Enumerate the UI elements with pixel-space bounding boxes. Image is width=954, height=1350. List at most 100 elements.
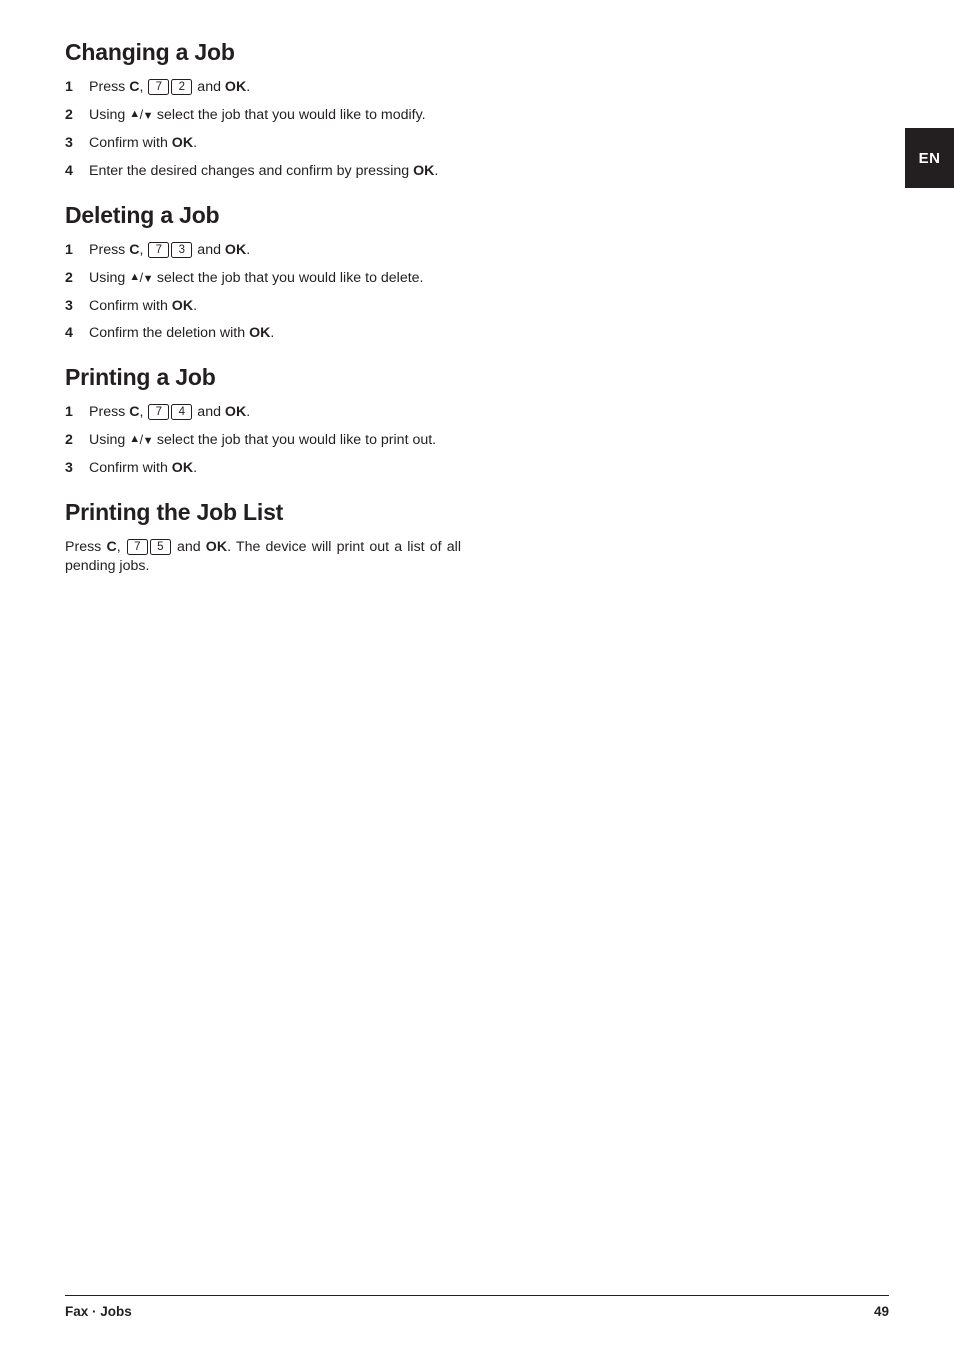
body-text: Using xyxy=(89,107,130,124)
step-list: 1 Press C, 73 and OK. 2 Using ▲/▼ select th… xyxy=(65,241,461,344)
section-printing-a-job: Printing a Job 1 Press C, 74 and OK. 2 Using… xyxy=(65,365,461,478)
emphasis-key-ok: OK xyxy=(171,460,194,477)
sections-container: Changing a Job 1 Press C, 72 and OK. 2 Using… xyxy=(65,40,461,576)
arrow-down-icon: ▼ xyxy=(142,272,154,285)
keypad-key-3: 3 xyxy=(171,241,193,258)
step-item: 2 Using ▲/▼ select the job that you would… xyxy=(65,106,461,125)
section-printing-the-job-list: Printing the Job List Press C, 75 and OK.… xyxy=(65,500,461,576)
footer-page-number: 49 xyxy=(873,1304,889,1319)
emphasis-key-ok: OK xyxy=(205,539,228,556)
body-text: and xyxy=(193,404,225,421)
step-text: Press C, 72 and OK. xyxy=(89,78,461,97)
body-text: . xyxy=(246,404,251,421)
arrow-up-icon: ▲ xyxy=(129,433,140,446)
language-tab-en: EN xyxy=(905,128,954,188)
section-paragraph: Press C, 75 and OK. The device will prin… xyxy=(65,538,461,576)
body-text: Enter the desired changes and confirm by… xyxy=(89,162,414,179)
emphasis-key-c: C xyxy=(106,539,117,556)
body-text: Confirm with xyxy=(89,297,172,314)
arrow-up-icon: ▲ xyxy=(129,108,140,121)
page-footer: Fax · Jobs 49 xyxy=(65,1295,889,1319)
section-heading: Deleting a Job xyxy=(65,201,220,228)
emphasis-key-ok: OK xyxy=(413,162,435,179)
step-text: Confirm with OK. xyxy=(89,134,461,153)
section-heading: Printing a Job xyxy=(65,364,216,391)
emphasis-key-c: C xyxy=(129,241,140,258)
body-text: . xyxy=(193,297,198,314)
emphasis-key-c: C xyxy=(129,79,140,96)
body-text: , xyxy=(139,79,148,96)
body-text: , xyxy=(139,241,148,258)
body-text: select the job that you would like to de… xyxy=(152,269,424,286)
body-text: Using xyxy=(89,269,130,286)
keypad-key-7: 7 xyxy=(148,79,170,96)
body-text: Press xyxy=(89,79,130,96)
footer-breadcrumb: Fax · Jobs xyxy=(65,1304,132,1319)
body-text: Confirm with xyxy=(89,134,172,151)
body-text: and xyxy=(171,539,206,556)
arrow-down-icon: ▼ xyxy=(142,110,154,123)
keypad-key-7: 7 xyxy=(148,404,170,421)
up-down-arrow-icon: ▲/▼ xyxy=(129,107,153,124)
body-text: , xyxy=(116,539,126,556)
body-text: . xyxy=(193,460,198,477)
step-number: 2 xyxy=(65,269,73,286)
up-down-arrow-icon: ▲/▼ xyxy=(129,270,153,287)
page-content-column: Changing a Job 1 Press C, 72 and OK. 2 Using… xyxy=(65,40,461,598)
body-text: Press xyxy=(65,539,107,556)
body-text: Confirm the deletion with xyxy=(89,325,250,342)
step-number: 1 xyxy=(65,241,73,258)
body-text: Press xyxy=(89,241,130,258)
body-text: Using xyxy=(89,432,130,449)
emphasis-key-ok: OK xyxy=(224,79,247,96)
step-item: 3 Confirm with OK. xyxy=(65,297,461,316)
step-text: Using ▲/▼ select the job that you would … xyxy=(89,269,461,288)
arrow-up-icon: ▲ xyxy=(129,270,140,283)
step-item: 4 Confirm the deletion with OK. xyxy=(65,324,461,343)
step-text: Confirm the deletion with OK. xyxy=(89,324,461,343)
step-text: Enter the desired changes and confirm by… xyxy=(89,162,461,181)
step-number: 3 xyxy=(65,297,73,314)
body-text: and xyxy=(193,241,225,258)
step-number: 3 xyxy=(65,134,73,151)
body-text: . xyxy=(270,325,275,342)
step-item: 1 Press C, 74 and OK. xyxy=(65,403,461,422)
body-text: . xyxy=(246,241,251,258)
step-text: Using ▲/▼ select the job that you would … xyxy=(89,431,461,450)
step-number: 4 xyxy=(65,162,73,179)
section-heading: Changing a Job xyxy=(65,39,235,65)
step-item: 2 Using ▲/▼ select the job that you would… xyxy=(65,431,461,450)
step-text: Confirm with OK. xyxy=(89,459,461,478)
emphasis-key-ok: OK xyxy=(224,241,247,258)
step-number: 4 xyxy=(65,325,73,342)
step-number: 1 xyxy=(65,404,73,421)
emphasis-key-ok: OK xyxy=(171,297,194,314)
arrow-down-icon: ▼ xyxy=(142,435,154,448)
step-number: 2 xyxy=(65,432,73,449)
step-list: 1 Press C, 72 and OK. 2 Using ▲/▼ select th… xyxy=(65,78,461,181)
body-text: Confirm with xyxy=(89,460,172,477)
body-text: . xyxy=(434,162,439,179)
step-item: 1 Press C, 73 and OK. xyxy=(65,241,461,260)
body-text: . xyxy=(246,79,251,96)
keypad-key-7: 7 xyxy=(126,539,148,556)
language-tab-label: EN xyxy=(918,149,941,167)
body-text: select the job that you would like to pr… xyxy=(152,432,437,449)
step-item: 1 Press C, 72 and OK. xyxy=(65,78,461,97)
step-text: Press C, 73 and OK. xyxy=(89,241,461,260)
step-item: 2 Using ▲/▼ select the job that you would… xyxy=(65,269,461,288)
manual-page: EN Changing a Job 1 Press C, 72 and OK. 2 Us… xyxy=(0,0,954,1350)
emphasis-key-ok: OK xyxy=(249,325,271,342)
body-text: Press xyxy=(89,404,130,421)
step-item: 3 Confirm with OK. xyxy=(65,134,461,153)
body-text: , xyxy=(139,404,148,421)
keypad-key-4: 4 xyxy=(171,404,193,421)
section-changing-a-job: Changing a Job 1 Press C, 72 and OK. 2 Using… xyxy=(65,40,461,181)
body-text: and xyxy=(193,79,225,96)
keypad-key-5: 5 xyxy=(149,539,171,556)
emphasis-key-c: C xyxy=(129,404,140,421)
body-text: select the job that you would like to mo… xyxy=(152,107,426,124)
step-number: 3 xyxy=(65,460,73,477)
body-text: . xyxy=(193,134,198,151)
step-item: 4 Enter the desired changes and confirm b… xyxy=(65,162,461,181)
